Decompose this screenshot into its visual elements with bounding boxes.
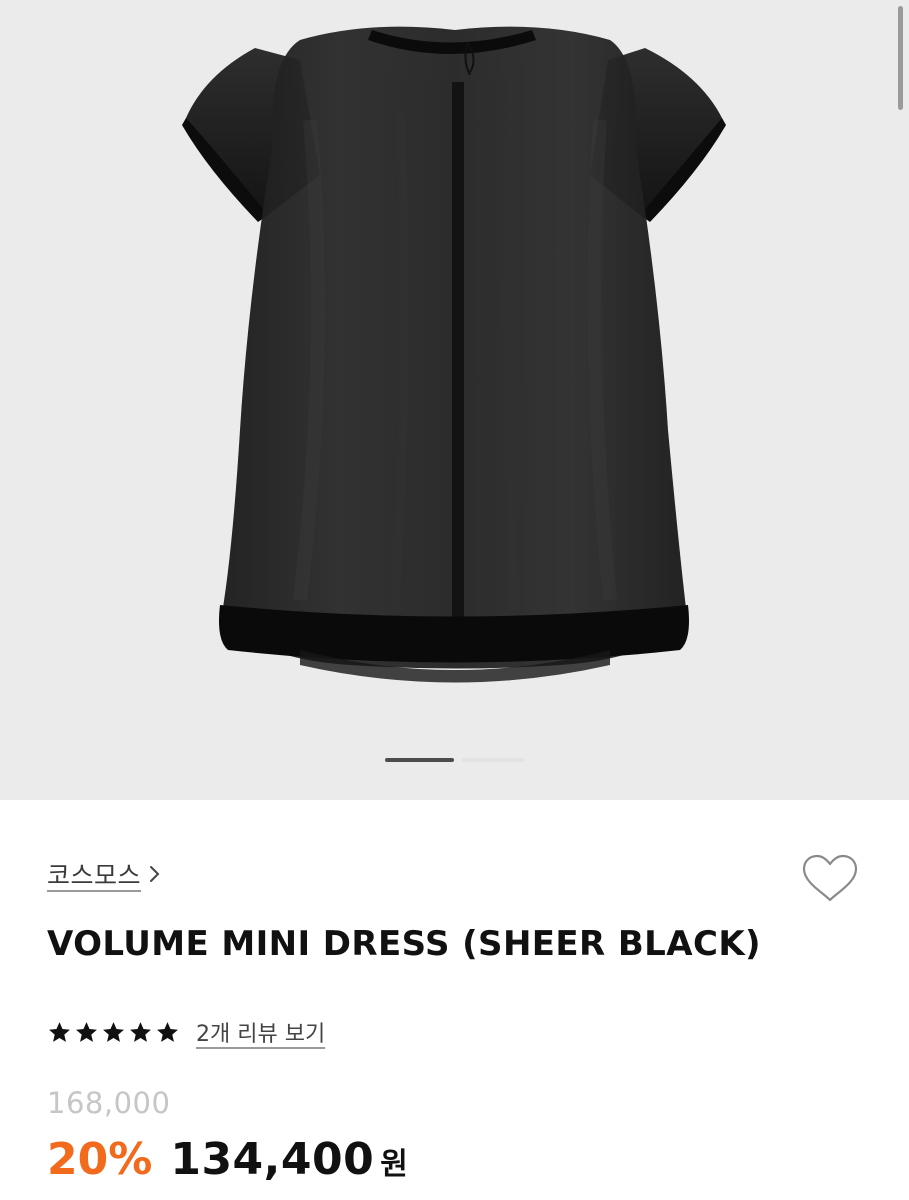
brand-name[interactable]: 코스모스 (47, 856, 141, 892)
original-price: 168,000 (47, 1086, 171, 1120)
discount-rate: 20% (47, 1134, 153, 1185)
brand-link[interactable]: 코스모스 (47, 856, 163, 892)
reviews-link[interactable]: 2개 리뷰 보기 (196, 1016, 325, 1048)
star-filled-icon (49, 1021, 70, 1042)
scrollbar-thumb[interactable] (898, 6, 903, 110)
product-image (182, 26, 726, 683)
product-title: VOLUME MINI DRESS (SHEER BLACK) (47, 924, 761, 964)
product-image-gallery[interactable] (0, 0, 909, 800)
rating-stars (47, 1020, 180, 1045)
star-filled-icon (157, 1021, 178, 1042)
sale-price: 134,400 (170, 1134, 375, 1185)
pager-indicator[interactable] (462, 758, 524, 762)
price-row: 20% 134,400 원 (47, 1134, 408, 1185)
star-filled-icon (103, 1021, 124, 1042)
star-filled-icon (76, 1021, 97, 1042)
currency-unit: 원 (380, 1147, 408, 1182)
wishlist-button[interactable] (800, 852, 860, 906)
pager-indicator-active[interactable] (385, 758, 454, 762)
gallery-pager[interactable] (385, 758, 530, 762)
rating-row: 2개 리뷰 보기 (47, 1014, 325, 1050)
heart-outline-icon (802, 854, 858, 902)
product-detail-page: 코스모스 VOLUME MINI DRESS (SHEER BLACK) 2개 … (0, 0, 909, 1200)
chevron-right-icon (150, 866, 160, 882)
star-filled-icon (130, 1021, 151, 1042)
